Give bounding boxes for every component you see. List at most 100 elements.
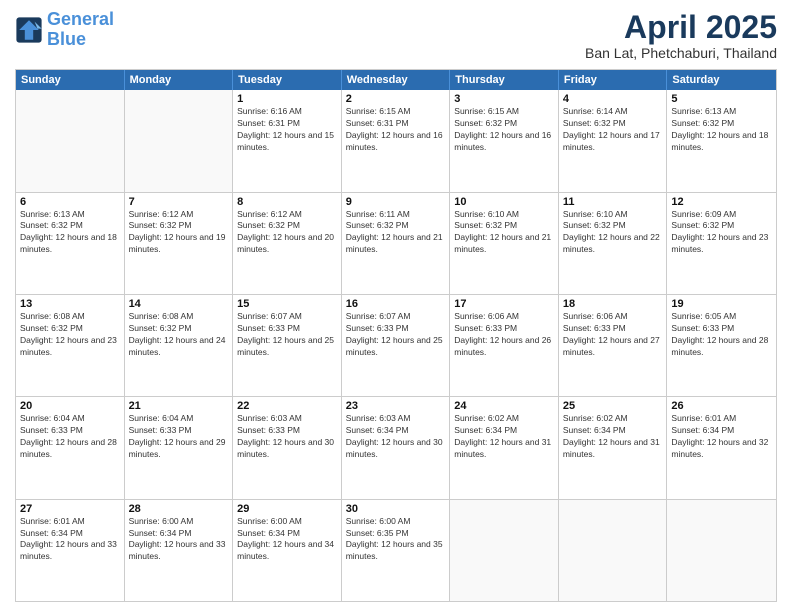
- calendar-cell: 23Sunrise: 6:03 AM Sunset: 6:34 PM Dayli…: [342, 397, 451, 498]
- header-day-thursday: Thursday: [450, 70, 559, 90]
- day-info: Sunrise: 6:10 AM Sunset: 6:32 PM Dayligh…: [454, 209, 554, 257]
- day-info: Sunrise: 6:13 AM Sunset: 6:32 PM Dayligh…: [671, 106, 772, 154]
- calendar-cell: [667, 500, 776, 601]
- header: General Blue April 2025 Ban Lat, Phetcha…: [15, 10, 777, 61]
- day-info: Sunrise: 6:10 AM Sunset: 6:32 PM Dayligh…: [563, 209, 663, 257]
- day-info: Sunrise: 6:11 AM Sunset: 6:32 PM Dayligh…: [346, 209, 446, 257]
- day-number: 8: [237, 196, 337, 208]
- logo-icon: [15, 16, 43, 44]
- day-number: 24: [454, 400, 554, 412]
- day-number: 1: [237, 93, 337, 105]
- day-info: Sunrise: 6:05 AM Sunset: 6:33 PM Dayligh…: [671, 311, 772, 359]
- day-info: Sunrise: 6:01 AM Sunset: 6:34 PM Dayligh…: [671, 413, 772, 461]
- day-number: 13: [20, 298, 120, 310]
- day-number: 17: [454, 298, 554, 310]
- calendar-cell: 10Sunrise: 6:10 AM Sunset: 6:32 PM Dayli…: [450, 193, 559, 294]
- day-number: 12: [671, 196, 772, 208]
- calendar-row-5: 27Sunrise: 6:01 AM Sunset: 6:34 PM Dayli…: [16, 500, 776, 601]
- calendar-cell: 30Sunrise: 6:00 AM Sunset: 6:35 PM Dayli…: [342, 500, 451, 601]
- day-number: 4: [563, 93, 663, 105]
- calendar-cell: 24Sunrise: 6:02 AM Sunset: 6:34 PM Dayli…: [450, 397, 559, 498]
- calendar-cell: 27Sunrise: 6:01 AM Sunset: 6:34 PM Dayli…: [16, 500, 125, 601]
- header-day-sunday: Sunday: [16, 70, 125, 90]
- day-info: Sunrise: 6:00 AM Sunset: 6:35 PM Dayligh…: [346, 516, 446, 564]
- day-info: Sunrise: 6:03 AM Sunset: 6:33 PM Dayligh…: [237, 413, 337, 461]
- calendar-cell: 28Sunrise: 6:00 AM Sunset: 6:34 PM Dayli…: [125, 500, 234, 601]
- calendar-cell: 19Sunrise: 6:05 AM Sunset: 6:33 PM Dayli…: [667, 295, 776, 396]
- calendar-cell: 4Sunrise: 6:14 AM Sunset: 6:32 PM Daylig…: [559, 90, 668, 191]
- day-info: Sunrise: 6:01 AM Sunset: 6:34 PM Dayligh…: [20, 516, 120, 564]
- day-info: Sunrise: 6:13 AM Sunset: 6:32 PM Dayligh…: [20, 209, 120, 257]
- calendar-header: SundayMondayTuesdayWednesdayThursdayFrid…: [16, 70, 776, 90]
- day-number: 30: [346, 503, 446, 515]
- day-info: Sunrise: 6:07 AM Sunset: 6:33 PM Dayligh…: [346, 311, 446, 359]
- day-number: 26: [671, 400, 772, 412]
- day-number: 14: [129, 298, 229, 310]
- calendar-cell: 14Sunrise: 6:08 AM Sunset: 6:32 PM Dayli…: [125, 295, 234, 396]
- title-block: April 2025 Ban Lat, Phetchaburi, Thailan…: [585, 10, 777, 61]
- calendar-cell: 1Sunrise: 6:16 AM Sunset: 6:31 PM Daylig…: [233, 90, 342, 191]
- day-info: Sunrise: 6:08 AM Sunset: 6:32 PM Dayligh…: [20, 311, 120, 359]
- calendar-cell: 21Sunrise: 6:04 AM Sunset: 6:33 PM Dayli…: [125, 397, 234, 498]
- calendar-cell: 25Sunrise: 6:02 AM Sunset: 6:34 PM Dayli…: [559, 397, 668, 498]
- calendar-cell: 7Sunrise: 6:12 AM Sunset: 6:32 PM Daylig…: [125, 193, 234, 294]
- day-info: Sunrise: 6:14 AM Sunset: 6:32 PM Dayligh…: [563, 106, 663, 154]
- calendar-cell: [125, 90, 234, 191]
- day-number: 7: [129, 196, 229, 208]
- day-number: 3: [454, 93, 554, 105]
- calendar-row-1: 1Sunrise: 6:16 AM Sunset: 6:31 PM Daylig…: [16, 90, 776, 192]
- day-number: 16: [346, 298, 446, 310]
- calendar-cell: 29Sunrise: 6:00 AM Sunset: 6:34 PM Dayli…: [233, 500, 342, 601]
- header-day-saturday: Saturday: [667, 70, 776, 90]
- day-number: 27: [20, 503, 120, 515]
- day-number: 23: [346, 400, 446, 412]
- day-info: Sunrise: 6:04 AM Sunset: 6:33 PM Dayligh…: [20, 413, 120, 461]
- logo: General Blue: [15, 10, 114, 50]
- header-day-wednesday: Wednesday: [342, 70, 451, 90]
- page: General Blue April 2025 Ban Lat, Phetcha…: [0, 0, 792, 612]
- day-info: Sunrise: 6:02 AM Sunset: 6:34 PM Dayligh…: [563, 413, 663, 461]
- calendar-cell: 16Sunrise: 6:07 AM Sunset: 6:33 PM Dayli…: [342, 295, 451, 396]
- day-info: Sunrise: 6:15 AM Sunset: 6:31 PM Dayligh…: [346, 106, 446, 154]
- day-info: Sunrise: 6:00 AM Sunset: 6:34 PM Dayligh…: [237, 516, 337, 564]
- day-number: 29: [237, 503, 337, 515]
- calendar-cell: [16, 90, 125, 191]
- calendar-cell: 3Sunrise: 6:15 AM Sunset: 6:32 PM Daylig…: [450, 90, 559, 191]
- day-info: Sunrise: 6:04 AM Sunset: 6:33 PM Dayligh…: [129, 413, 229, 461]
- calendar-row-4: 20Sunrise: 6:04 AM Sunset: 6:33 PM Dayli…: [16, 397, 776, 499]
- day-info: Sunrise: 6:16 AM Sunset: 6:31 PM Dayligh…: [237, 106, 337, 154]
- day-info: Sunrise: 6:12 AM Sunset: 6:32 PM Dayligh…: [237, 209, 337, 257]
- main-title: April 2025: [585, 10, 777, 45]
- subtitle: Ban Lat, Phetchaburi, Thailand: [585, 45, 777, 61]
- calendar: SundayMondayTuesdayWednesdayThursdayFrid…: [15, 69, 777, 602]
- header-day-monday: Monday: [125, 70, 234, 90]
- calendar-cell: 12Sunrise: 6:09 AM Sunset: 6:32 PM Dayli…: [667, 193, 776, 294]
- header-day-tuesday: Tuesday: [233, 70, 342, 90]
- day-number: 11: [563, 196, 663, 208]
- calendar-cell: 18Sunrise: 6:06 AM Sunset: 6:33 PM Dayli…: [559, 295, 668, 396]
- logo-text: General Blue: [47, 10, 114, 50]
- day-info: Sunrise: 6:06 AM Sunset: 6:33 PM Dayligh…: [454, 311, 554, 359]
- day-info: Sunrise: 6:12 AM Sunset: 6:32 PM Dayligh…: [129, 209, 229, 257]
- day-number: 15: [237, 298, 337, 310]
- calendar-cell: 11Sunrise: 6:10 AM Sunset: 6:32 PM Dayli…: [559, 193, 668, 294]
- calendar-cell: [450, 500, 559, 601]
- day-number: 21: [129, 400, 229, 412]
- day-number: 18: [563, 298, 663, 310]
- day-number: 25: [563, 400, 663, 412]
- day-number: 2: [346, 93, 446, 105]
- day-info: Sunrise: 6:08 AM Sunset: 6:32 PM Dayligh…: [129, 311, 229, 359]
- calendar-cell: 15Sunrise: 6:07 AM Sunset: 6:33 PM Dayli…: [233, 295, 342, 396]
- day-number: 19: [671, 298, 772, 310]
- calendar-cell: 2Sunrise: 6:15 AM Sunset: 6:31 PM Daylig…: [342, 90, 451, 191]
- calendar-body: 1Sunrise: 6:16 AM Sunset: 6:31 PM Daylig…: [16, 90, 776, 601]
- calendar-row-3: 13Sunrise: 6:08 AM Sunset: 6:32 PM Dayli…: [16, 295, 776, 397]
- day-number: 22: [237, 400, 337, 412]
- calendar-cell: [559, 500, 668, 601]
- day-number: 20: [20, 400, 120, 412]
- day-info: Sunrise: 6:07 AM Sunset: 6:33 PM Dayligh…: [237, 311, 337, 359]
- day-number: 28: [129, 503, 229, 515]
- header-day-friday: Friday: [559, 70, 668, 90]
- calendar-cell: 22Sunrise: 6:03 AM Sunset: 6:33 PM Dayli…: [233, 397, 342, 498]
- day-info: Sunrise: 6:02 AM Sunset: 6:34 PM Dayligh…: [454, 413, 554, 461]
